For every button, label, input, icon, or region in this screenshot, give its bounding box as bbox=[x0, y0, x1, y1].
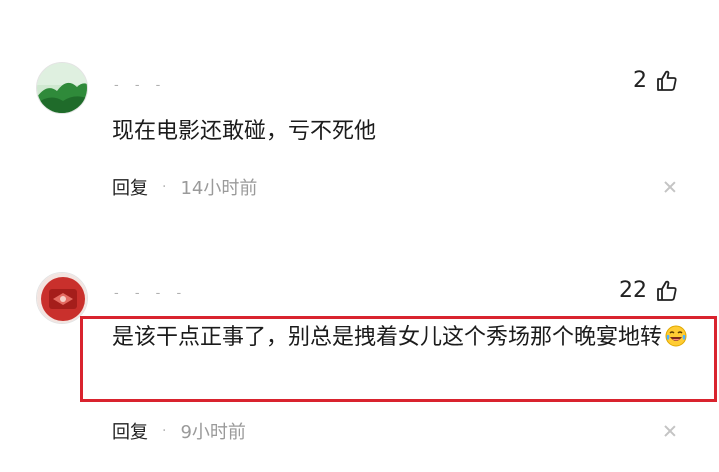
comment-time: 14小时前 bbox=[180, 178, 258, 199]
thumbs-up-icon bbox=[657, 70, 677, 91]
username[interactable]: - - - bbox=[114, 78, 166, 93]
like-count: 2 bbox=[633, 68, 647, 93]
landscape-avatar-icon bbox=[37, 63, 87, 113]
comment-text: 现在电影还敢碰，亏不死他 bbox=[112, 119, 377, 144]
like-button[interactable]: 2 bbox=[633, 68, 679, 93]
meta-separator: · bbox=[162, 179, 167, 195]
comment-item: - - - - 22 是该干点正事了，别总是拽着女儿这个秀场那个晚宴地转 回复 … bbox=[0, 236, 719, 472]
comment-time: 9小时前 bbox=[180, 422, 246, 443]
reply-button[interactable]: 回复 bbox=[112, 418, 148, 444]
username[interactable]: - - - - bbox=[114, 286, 187, 301]
comment-text-content: 是该干点正事了，别总是拽着女儿这个秀场那个晚宴地转 bbox=[112, 325, 663, 350]
comment-text: 是该干点正事了，别总是拽着女儿这个秀场那个晚宴地转 bbox=[112, 320, 692, 356]
like-count: 22 bbox=[619, 278, 647, 303]
comment-meta: 回复 · 14小时前 bbox=[112, 174, 257, 200]
like-button[interactable]: 22 bbox=[619, 278, 679, 303]
user-avatar[interactable] bbox=[36, 62, 88, 114]
comment-meta: 回复 · 9小时前 bbox=[112, 418, 246, 444]
laughing-crying-emoji-icon bbox=[665, 325, 687, 347]
close-icon[interactable] bbox=[663, 424, 677, 438]
close-icon[interactable] bbox=[663, 180, 677, 194]
comment-item: - - - 2 现在电影还敢碰，亏不死他 回复 · 14小时前 bbox=[0, 0, 719, 236]
meta-separator: · bbox=[162, 423, 167, 439]
reply-button[interactable]: 回复 bbox=[112, 174, 148, 200]
thumbs-up-icon bbox=[657, 280, 677, 301]
